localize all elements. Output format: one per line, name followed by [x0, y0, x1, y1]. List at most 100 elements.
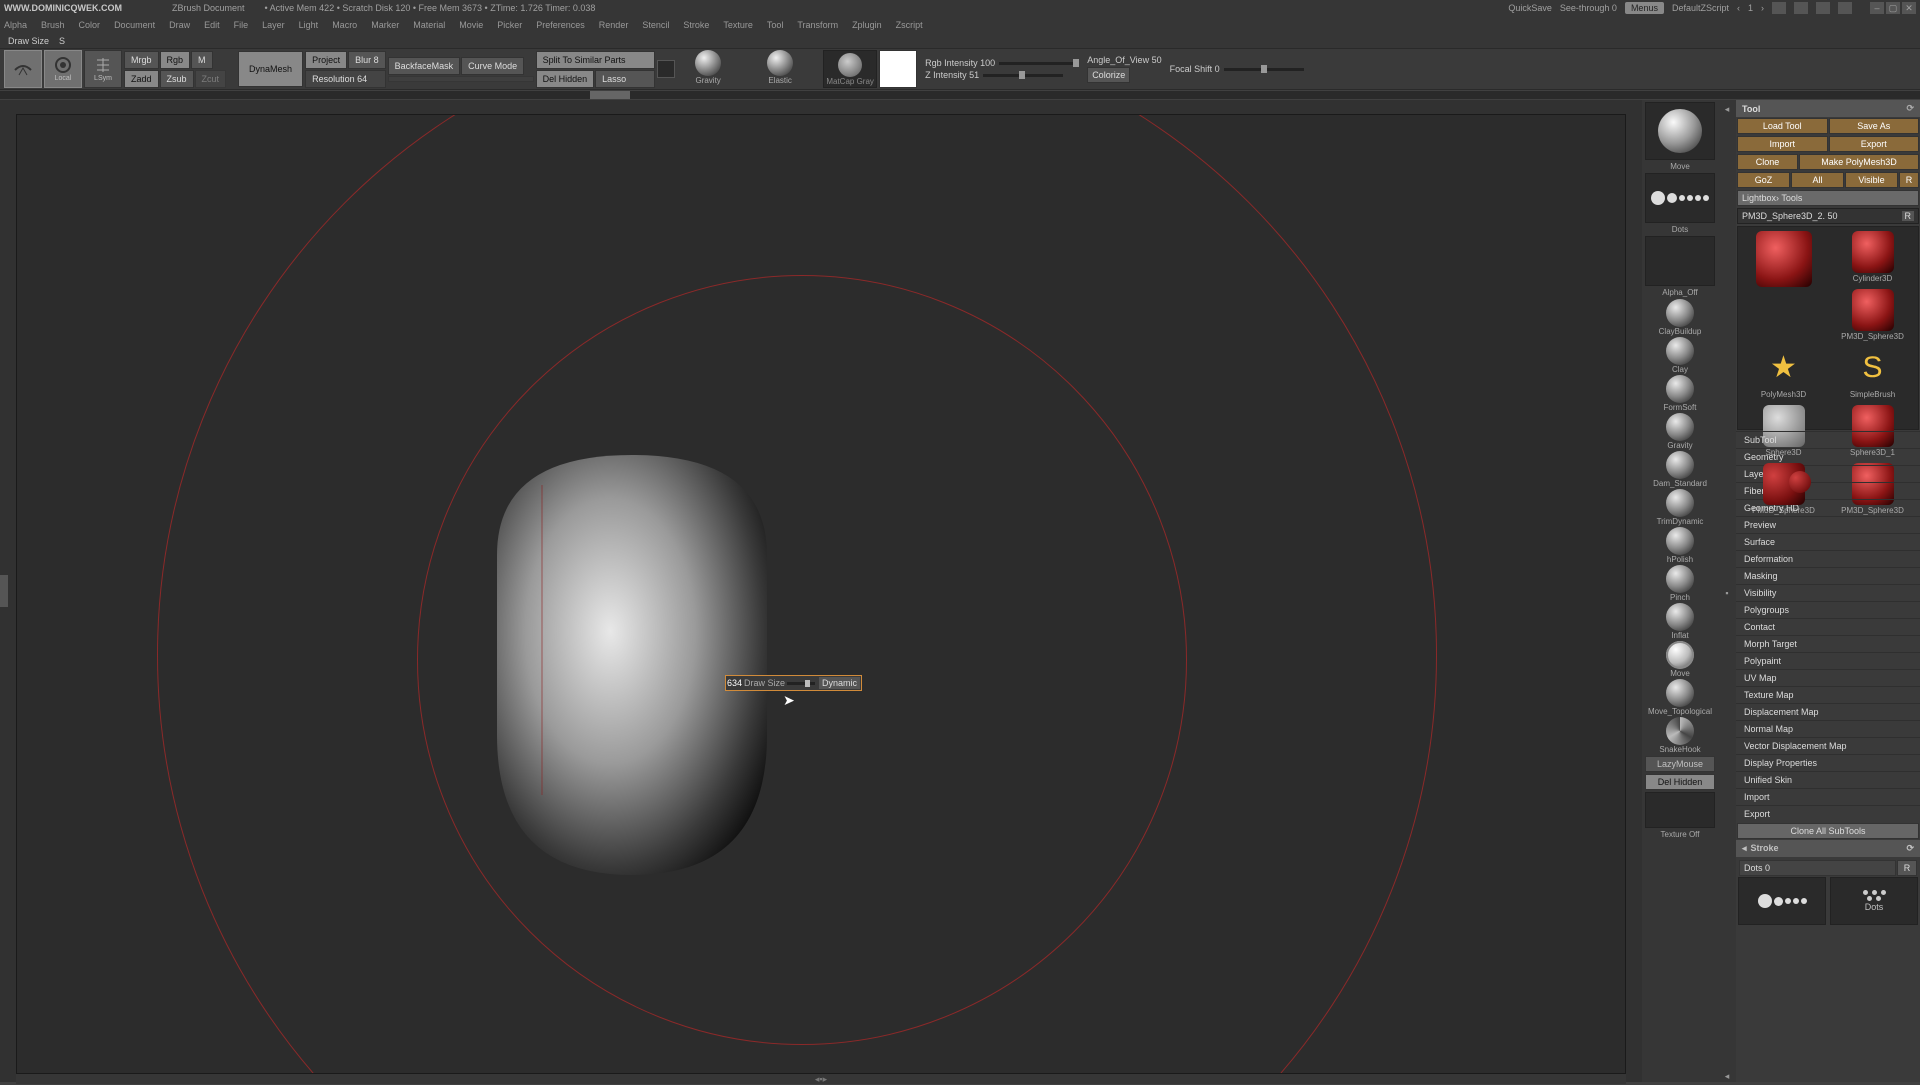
menu-brush[interactable]: Brush — [41, 20, 65, 30]
viewport[interactable]: 634 Draw Size Dynamic ➤ — [16, 114, 1626, 1074]
menu-alpha[interactable]: Alpha — [4, 20, 27, 30]
tool-panel-header[interactable]: Tool ⟳ — [1736, 100, 1920, 117]
menu-material[interactable]: Material — [413, 20, 445, 30]
brush-gravity[interactable]: Gravity — [1645, 413, 1715, 450]
panel-close-icon[interactable]: ⟳ — [1906, 103, 1914, 114]
menu-color[interactable]: Color — [79, 20, 101, 30]
clone-all-subtools-button[interactable]: Clone All SubTools — [1737, 823, 1919, 839]
current-brush-slot[interactable] — [1645, 102, 1715, 160]
bottom-tray-handle[interactable]: ◂▪▸ — [16, 1074, 1626, 1084]
section-export[interactable]: Export — [1736, 805, 1920, 822]
stroke-dots-slider[interactable]: Dots 0 — [1739, 860, 1896, 876]
zadd-button[interactable]: Zadd — [124, 70, 159, 88]
elastic-sphere[interactable]: Elastic — [761, 50, 799, 88]
menu-macro[interactable]: Macro — [332, 20, 357, 30]
section-displacement-map[interactable]: Displacement Map — [1736, 703, 1920, 720]
zcut-button[interactable]: Zcut — [195, 70, 227, 88]
titlebar-icon-4[interactable] — [1838, 2, 1852, 14]
brush-pinch[interactable]: Pinch — [1645, 565, 1715, 602]
section-unified-skin[interactable]: Unified Skin — [1736, 771, 1920, 788]
dynamic-button[interactable]: Dynamic — [819, 677, 860, 689]
lazymouse-button[interactable]: LazyMouse — [1645, 756, 1715, 772]
brush-claybuildup[interactable]: ClayBuildup — [1645, 299, 1715, 336]
section-import[interactable]: Import — [1736, 788, 1920, 805]
menu-movie[interactable]: Movie — [459, 20, 483, 30]
section-polygroups[interactable]: Polygroups — [1736, 601, 1920, 618]
square-toggle[interactable] — [657, 60, 675, 78]
clone-button[interactable]: Clone — [1737, 154, 1798, 170]
split-similar-button[interactable]: Split To Similar Parts — [536, 51, 656, 69]
menu-texture[interactable]: Texture — [723, 20, 753, 30]
brush-inflat[interactable]: Inflat — [1645, 603, 1715, 640]
brush-dam_standard[interactable]: Dam_Standard — [1645, 451, 1715, 488]
goz-visible-button[interactable]: Visible — [1845, 172, 1898, 188]
color-swatch[interactable] — [879, 50, 917, 88]
menu-zscript[interactable]: Zscript — [896, 20, 923, 30]
backfacemask-button[interactable]: BackfaceMask — [388, 57, 461, 75]
del-hidden-button[interactable]: Del Hidden — [536, 70, 595, 88]
menus-button[interactable]: Menus — [1625, 2, 1664, 14]
symmetry-icon[interactable]: LSym — [84, 50, 122, 88]
quicksave-button[interactable]: QuickSave — [1508, 3, 1552, 13]
close-icon[interactable]: ✕ — [1902, 2, 1916, 14]
brush-clay[interactable]: Clay — [1645, 337, 1715, 374]
brush-formsoft[interactable]: FormSoft — [1645, 375, 1715, 412]
section-uv-map[interactable]: UV Map — [1736, 669, 1920, 686]
tool-swatch-1[interactable]: Cylinder3D — [1831, 231, 1914, 283]
drawsize-popup[interactable]: 634 Draw Size Dynamic — [725, 675, 862, 691]
menu-stencil[interactable]: Stencil — [642, 20, 669, 30]
titlebar-icon-2[interactable] — [1794, 2, 1808, 14]
pager-right-icon[interactable]: › — [1761, 3, 1764, 13]
menu-tool[interactable]: Tool — [767, 20, 784, 30]
goz-all-button[interactable]: All — [1791, 172, 1844, 188]
make-polymesh-button[interactable]: Make PolyMesh3D — [1799, 154, 1919, 170]
menu-render[interactable]: Render — [599, 20, 629, 30]
menu-file[interactable]: File — [234, 20, 249, 30]
tool-swatch-4[interactable]: SSimpleBrush — [1831, 347, 1914, 399]
tool-swatch-0[interactable] — [1742, 231, 1825, 341]
resolution-slider[interactable]: Resolution 64 — [305, 70, 386, 88]
zsub-button[interactable]: Zsub — [160, 70, 194, 88]
titlebar-icon-3[interactable] — [1816, 2, 1830, 14]
section-polypaint[interactable]: Polypaint — [1736, 652, 1920, 669]
section-display-properties[interactable]: Display Properties — [1736, 754, 1920, 771]
menu-light[interactable]: Light — [299, 20, 319, 30]
menu-transform[interactable]: Transform — [797, 20, 838, 30]
brush-hpolish[interactable]: hPolish — [1645, 527, 1715, 564]
import-button[interactable]: Import — [1737, 136, 1828, 152]
section-geometry[interactable]: Geometry — [1736, 448, 1920, 465]
material-picker[interactable]: MatCap Gray — [823, 50, 877, 88]
section-masking[interactable]: Masking — [1736, 567, 1920, 584]
gutter-arrow-icon[interactable]: ◂ — [1725, 104, 1730, 115]
pager-left-icon[interactable]: ‹ — [1737, 3, 1740, 13]
stroke-r-button[interactable]: R — [1897, 860, 1917, 876]
minimize-icon[interactable]: – — [1870, 2, 1884, 14]
brush-trimdynamic[interactable]: TrimDynamic — [1645, 489, 1715, 526]
curvemode-button[interactable]: Curve Mode — [461, 57, 524, 75]
save-as-button[interactable]: Save As — [1829, 118, 1920, 134]
menu-picker[interactable]: Picker — [497, 20, 522, 30]
left-tray-handle[interactable] — [0, 575, 8, 607]
focal-shift-slider[interactable] — [1224, 68, 1304, 71]
section-preview[interactable]: Preview — [1736, 516, 1920, 533]
menu-layer[interactable]: Layer — [262, 20, 285, 30]
section-contact[interactable]: Contact — [1736, 618, 1920, 635]
section-vector-displacement-map[interactable]: Vector Displacement Map — [1736, 737, 1920, 754]
goz-button[interactable]: GoZ — [1737, 172, 1790, 188]
menu-stroke[interactable]: Stroke — [683, 20, 709, 30]
seethrough-slider[interactable]: See-through 0 — [1560, 3, 1617, 13]
stroke-refresh-icon[interactable]: ⟳ — [1906, 843, 1914, 854]
texture-slot[interactable] — [1645, 792, 1715, 828]
m-button[interactable]: M — [191, 51, 213, 69]
brush-snakehook[interactable]: SnakeHook — [1645, 717, 1715, 754]
stroke-thumb-2[interactable]: Dots — [1830, 877, 1918, 925]
section-subtool[interactable]: SubTool — [1736, 431, 1920, 448]
menu-marker[interactable]: Marker — [371, 20, 399, 30]
rgb-button[interactable]: Rgb — [160, 51, 191, 69]
gutter-handle-icon[interactable]: ▪ — [1725, 588, 1728, 598]
rgb-intensity-slider[interactable] — [999, 62, 1079, 65]
delhidden-button-side[interactable]: Del Hidden — [1645, 774, 1715, 790]
timeline[interactable] — [0, 91, 1920, 99]
maximize-icon[interactable]: ▢ — [1886, 2, 1900, 14]
brush-move_topological[interactable]: Move_Topological — [1645, 679, 1715, 716]
